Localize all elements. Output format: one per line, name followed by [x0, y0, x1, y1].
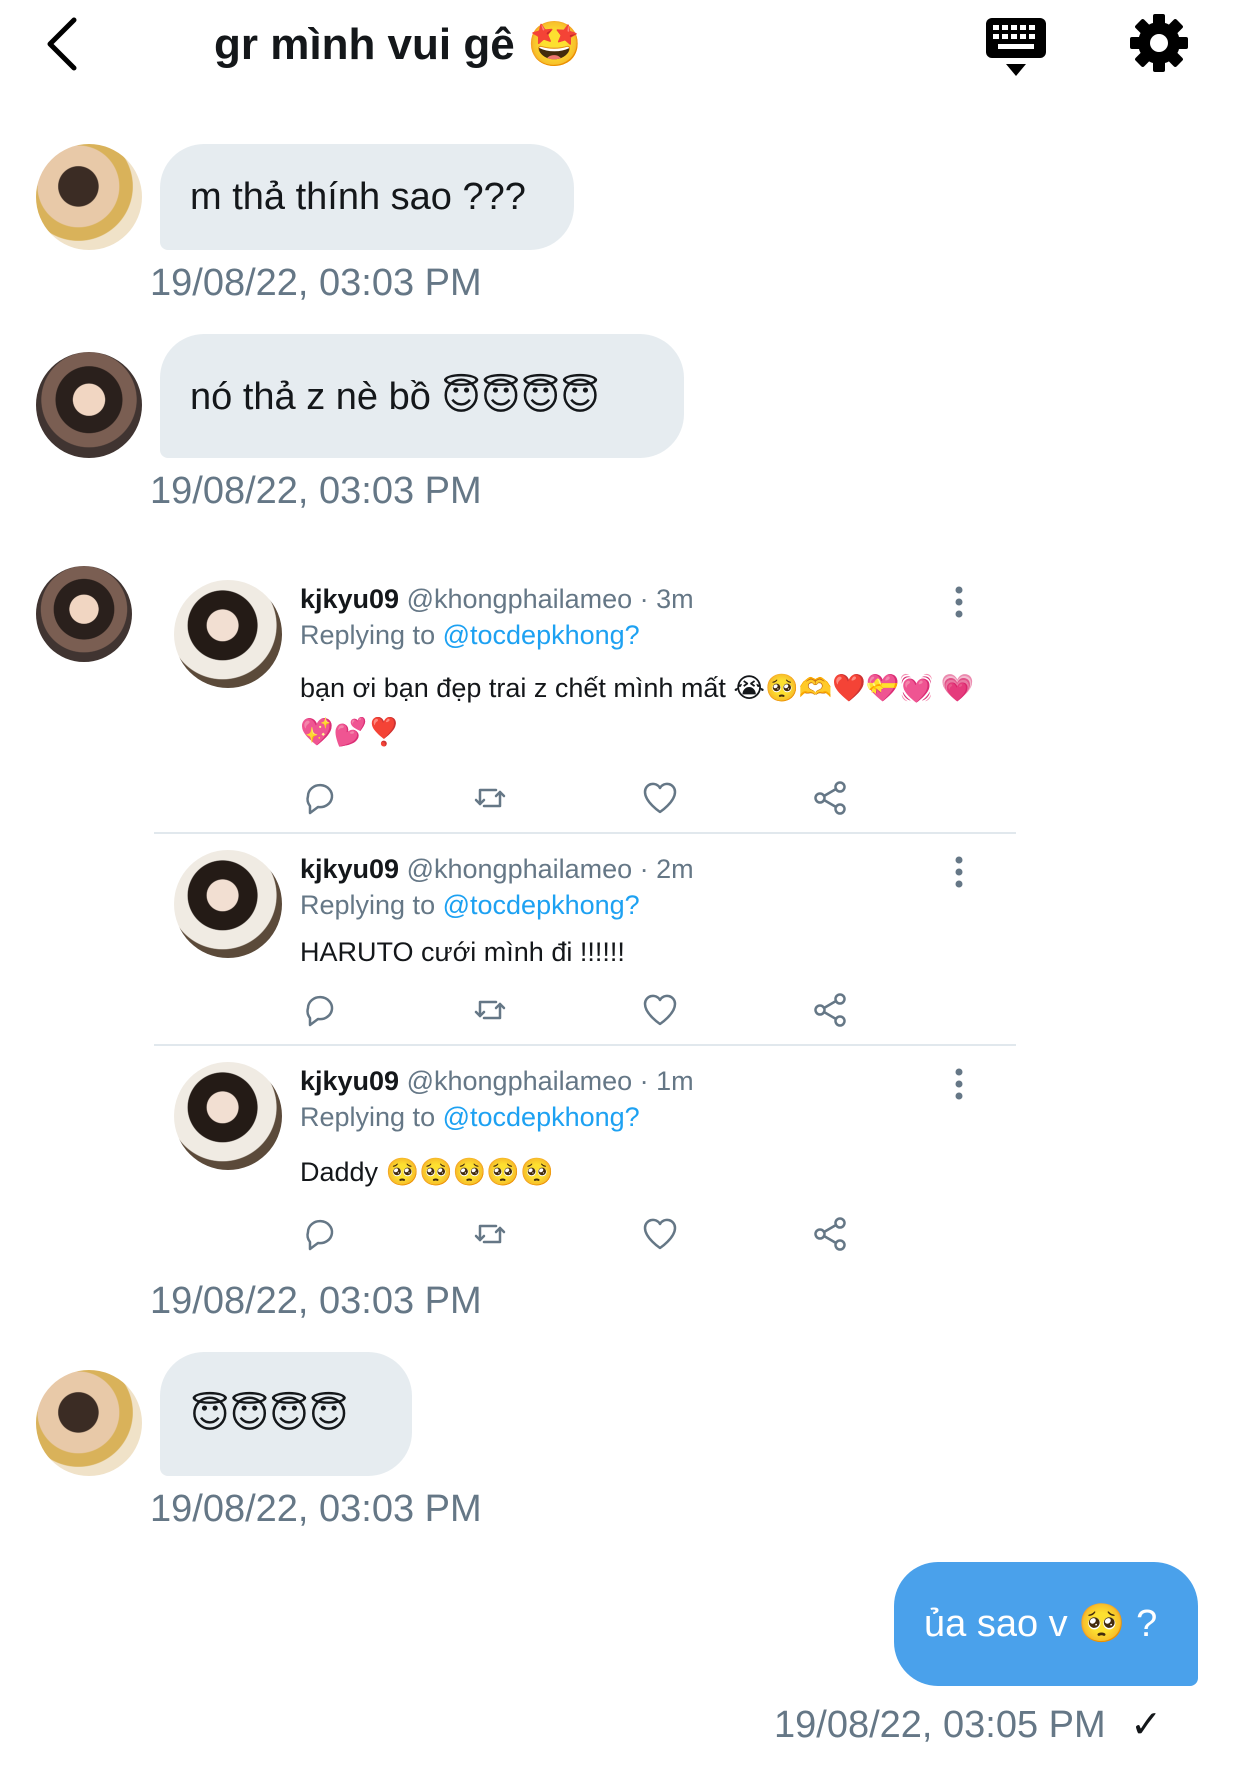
- more-vertical-icon: [955, 586, 963, 618]
- replying-prefix: Replying to: [300, 620, 436, 650]
- message-timestamp: 19/08/22, 03:03 PM: [150, 1280, 482, 1322]
- like-button[interactable]: [640, 1214, 680, 1254]
- tweet-author-handle[interactable]: @khongphailameo: [407, 1066, 633, 1096]
- share-icon: [814, 1217, 846, 1251]
- like-button[interactable]: [640, 990, 680, 1030]
- message-bubble-outgoing[interactable]: ủa sao v 🥺 ?: [894, 1562, 1198, 1686]
- tweet-replying-to: Replying to @tocdepkhong?: [300, 1102, 640, 1133]
- reply-icon: [306, 783, 334, 815]
- shared-tweet[interactable]: kjkyu09 @khongphailameo · 2m Replying to…: [154, 850, 1016, 1027]
- share-button[interactable]: [810, 990, 850, 1030]
- tweet-header: kjkyu09 @khongphailameo · 3m: [300, 584, 694, 615]
- tweet-author-handle[interactable]: @khongphailameo: [407, 584, 633, 614]
- more-vertical-icon: [955, 1068, 963, 1100]
- sender-avatar[interactable]: [36, 566, 132, 662]
- reply-icon: [306, 1219, 334, 1251]
- replying-mention-link[interactable]: @tocdepkhong?: [443, 1102, 640, 1132]
- heart-icon: [643, 782, 677, 814]
- message-time-text: 19/08/22, 03:05 PM: [774, 1704, 1106, 1746]
- tweet-more-button[interactable]: [944, 1064, 974, 1104]
- message-bubble[interactable]: m thả thính sao ???: [160, 144, 574, 250]
- tweet-age: · 1m: [639, 1066, 694, 1096]
- tweet-actions: [300, 778, 860, 818]
- replying-mention-link[interactable]: @tocdepkhong?: [443, 620, 640, 650]
- sent-checkmark-icon: ✓: [1130, 1704, 1163, 1746]
- reply-button[interactable]: [300, 1214, 340, 1254]
- retweet-button[interactable]: [470, 1214, 510, 1254]
- tweet-body: bạn ơi bạn đẹp trai z chết mình mất 😭🥺🫶❤…: [300, 673, 975, 747]
- retweet-icon: [474, 788, 506, 808]
- share-icon: [814, 993, 846, 1027]
- replying-prefix: Replying to: [300, 1102, 436, 1132]
- shared-tweet[interactable]: kjkyu09 @khongphailameo · 3m Replying to…: [154, 580, 1016, 815]
- tweet-author-avatar[interactable]: [174, 850, 282, 958]
- sender-avatar[interactable]: [36, 352, 142, 458]
- heart-icon: [643, 994, 677, 1026]
- message-bubble[interactable]: nó thả z nè bồ 😇😇😇😇: [160, 334, 684, 458]
- reply-button[interactable]: [300, 778, 340, 818]
- tweet-age: · 2m: [639, 854, 694, 884]
- share-button[interactable]: [810, 778, 850, 818]
- tweet-more-button[interactable]: [944, 582, 974, 622]
- reply-icon: [306, 995, 334, 1027]
- tweet-replying-to: Replying to @tocdepkhong?: [300, 890, 640, 921]
- tweet-author-name[interactable]: kjkyu09: [300, 584, 399, 614]
- sender-avatar[interactable]: [36, 1370, 142, 1476]
- reply-button[interactable]: [300, 990, 340, 1030]
- tweet-divider: [154, 832, 1016, 834]
- gear-icon: [1130, 14, 1188, 72]
- retweet-button[interactable]: [470, 778, 510, 818]
- retweet-button[interactable]: [470, 990, 510, 1030]
- tweet-body: HARUTO cưới mình đi !!!!!!: [300, 937, 625, 967]
- message-text: m thả thính sao ???: [190, 175, 526, 218]
- tweet-more-button[interactable]: [944, 852, 974, 892]
- like-button[interactable]: [640, 778, 680, 818]
- retweet-icon: [474, 1000, 506, 1020]
- tweet-body: Daddy 🥺🥺🥺🥺🥺: [300, 1157, 554, 1187]
- chevron-left-icon: [47, 17, 77, 71]
- replying-mention-link[interactable]: @tocdepkhong?: [443, 890, 640, 920]
- more-vertical-icon: [955, 856, 963, 888]
- heart-icon: [643, 1218, 677, 1250]
- retweet-icon: [474, 1224, 506, 1244]
- tweet-actions: [300, 1214, 860, 1254]
- tweet-author-avatar[interactable]: [174, 580, 282, 688]
- shared-tweet[interactable]: kjkyu09 @khongphailameo · 1m Replying to…: [154, 1062, 1016, 1252]
- replying-prefix: Replying to: [300, 890, 436, 920]
- tweet-author-name[interactable]: kjkyu09: [300, 1066, 399, 1096]
- message-text: nó thả z nè bồ 😇😇😇😇: [190, 375, 600, 418]
- tweet-author-name[interactable]: kjkyu09: [300, 854, 399, 884]
- chat-header: gr mình vui gê 🤩: [0, 0, 1242, 100]
- tweet-divider: [154, 1044, 1016, 1046]
- tweet-header: kjkyu09 @khongphailameo · 1m: [300, 1066, 694, 1097]
- message-text: ủa sao v 🥺 ?: [924, 1603, 1158, 1645]
- tweet-header: kjkyu09 @khongphailameo · 2m: [300, 854, 694, 885]
- keyboard-icon: [986, 18, 1046, 76]
- tweet-author-handle[interactable]: @khongphailameo: [407, 854, 633, 884]
- settings-button[interactable]: [1128, 12, 1190, 74]
- message-text: 😇😇😇😇: [190, 1393, 349, 1436]
- share-button[interactable]: [810, 1214, 850, 1254]
- tweet-age: · 3m: [639, 584, 694, 614]
- tweet-actions: [300, 990, 860, 1030]
- star-struck-emoji: 🤩: [526, 20, 582, 69]
- back-button[interactable]: [40, 14, 90, 74]
- tweet-replying-to: Replying to @tocdepkhong?: [300, 620, 640, 651]
- tweet-author-avatar[interactable]: [174, 1062, 282, 1170]
- sender-avatar[interactable]: [36, 144, 142, 250]
- share-icon: [814, 781, 846, 815]
- message-timestamp: 19/08/22, 03:03 PM: [150, 470, 482, 512]
- message-timestamp: 19/08/22, 03:03 PM: [150, 1488, 482, 1530]
- conversation-title: gr mình vui gê 🤩: [214, 18, 582, 70]
- message-timestamp: 19/08/22, 03:05 PM ✓: [774, 1702, 1162, 1747]
- message-bubble[interactable]: 😇😇😇😇: [160, 1352, 412, 1476]
- message-timestamp: 19/08/22, 03:03 PM: [150, 262, 482, 304]
- keyboard-button[interactable]: [984, 16, 1048, 78]
- conversation-title-text: gr mình vui gê: [214, 20, 515, 69]
